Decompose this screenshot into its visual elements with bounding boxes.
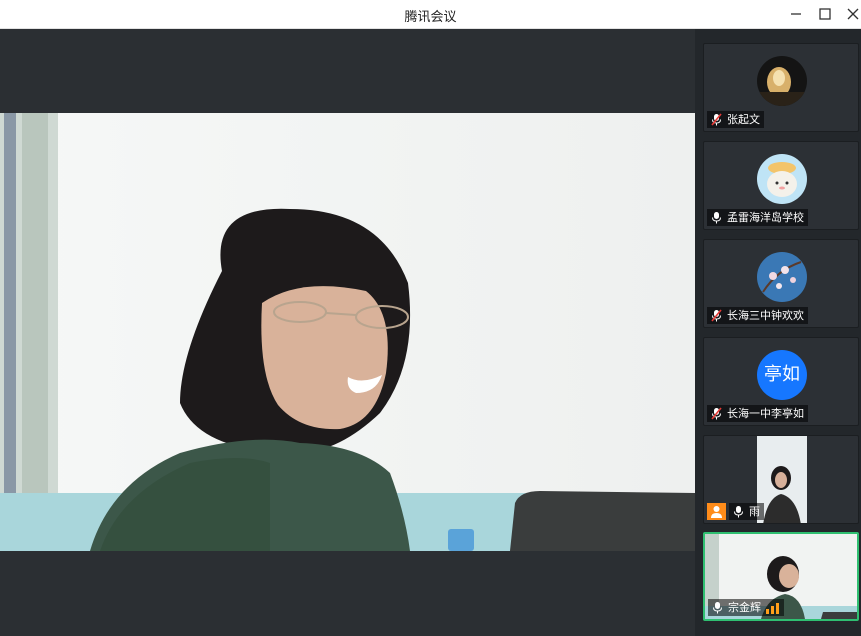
mic-icon xyxy=(734,506,743,518)
participant-sidebar: 张起文 孟雷海洋岛学校 长海三中钟欢欢 亭如 长海一中李亭如 雨 宗金辉 xyxy=(695,29,861,636)
participant-name: 孟雷海洋岛学校 xyxy=(727,211,804,224)
minimize-button[interactable] xyxy=(785,4,807,24)
title-bar: 腾讯会议 xyxy=(0,0,861,29)
window-title: 腾讯会议 xyxy=(404,10,457,25)
avatar-image xyxy=(757,252,807,302)
participant-tile-active[interactable]: 宗金辉 xyxy=(703,532,859,621)
avatar-image xyxy=(757,154,807,204)
mic-muted-icon xyxy=(711,113,722,126)
avatar xyxy=(757,252,807,302)
mic-muted-icon xyxy=(711,309,722,322)
avatar-image xyxy=(757,56,807,106)
participant-tile[interactable]: 孟雷海洋岛学校 xyxy=(703,141,859,230)
participant-nametag: 雨 xyxy=(729,503,764,520)
participant-name: 张起文 xyxy=(727,113,760,126)
participant-tile[interactable]: 张起文 xyxy=(703,43,859,132)
maximize-button[interactable] xyxy=(814,4,836,24)
participant-nametag: 长海三中钟欢欢 xyxy=(707,307,808,324)
minimize-icon xyxy=(791,13,801,15)
avatar: 亭如 xyxy=(757,350,807,400)
participant-video xyxy=(757,436,807,523)
avatar xyxy=(757,154,807,204)
maximize-icon xyxy=(819,8,831,20)
participant-name: 宗金辉 xyxy=(728,601,761,614)
audio-level-icon xyxy=(766,602,779,614)
participant-tile[interactable]: 亭如 长海一中李亭如 xyxy=(703,337,859,426)
participant-name: 长海一中李亭如 xyxy=(727,407,804,420)
close-button[interactable] xyxy=(842,4,861,24)
screen-share-badge xyxy=(707,503,726,520)
speaker-video-frame xyxy=(0,113,695,551)
participant-tile[interactable]: 雨 xyxy=(703,435,859,524)
main-video[interactable] xyxy=(0,113,695,551)
main-stage xyxy=(0,29,695,636)
avatar xyxy=(757,56,807,106)
participant-tile[interactable]: 长海三中钟欢欢 xyxy=(703,239,859,328)
participant-nametag: 张起文 xyxy=(707,111,764,128)
video-frame xyxy=(757,436,807,523)
participant-name: 雨 xyxy=(749,505,760,518)
close-icon xyxy=(847,8,859,20)
participant-nametag: 长海一中李亭如 xyxy=(707,405,808,422)
participant-name: 长海三中钟欢欢 xyxy=(727,309,804,322)
mic-icon xyxy=(713,602,722,614)
mic-icon xyxy=(712,212,721,224)
person-icon xyxy=(711,506,722,518)
participant-nametag: 宗金辉 xyxy=(708,599,784,616)
participant-nametag: 孟雷海洋岛学校 xyxy=(707,209,808,226)
mic-muted-icon xyxy=(711,407,722,420)
